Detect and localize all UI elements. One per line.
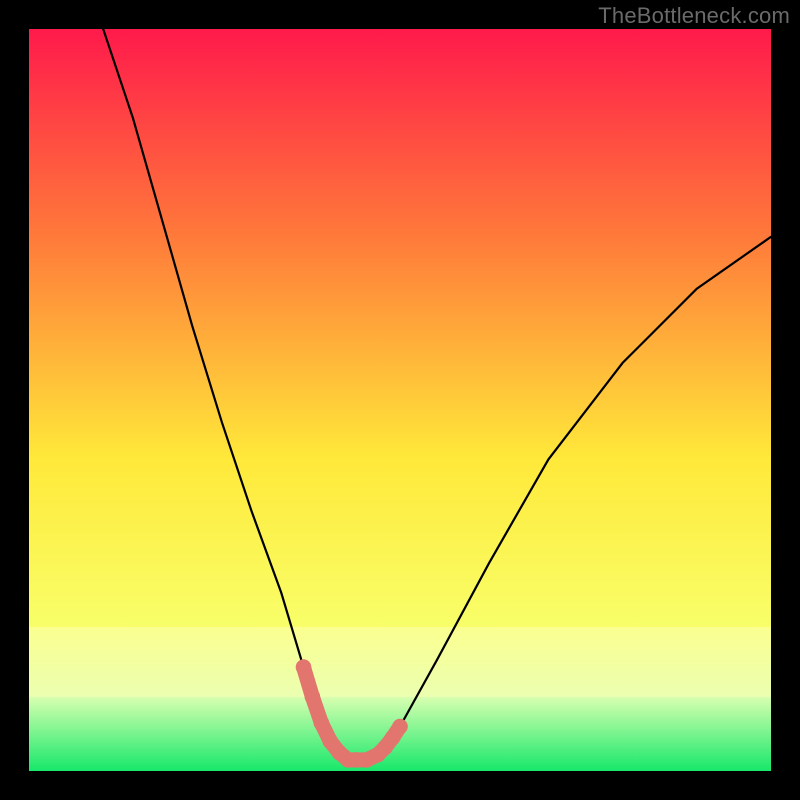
chart-svg: [29, 29, 771, 771]
light-band: [29, 627, 771, 697]
watermark-text: TheBottleneck.com: [598, 3, 790, 29]
marker-dot: [305, 689, 321, 705]
marker-dot: [296, 659, 312, 675]
marker-dot: [314, 715, 330, 731]
marker-dot: [392, 719, 408, 735]
chart-frame: TheBottleneck.com: [0, 0, 800, 800]
plot-area: [29, 29, 771, 771]
